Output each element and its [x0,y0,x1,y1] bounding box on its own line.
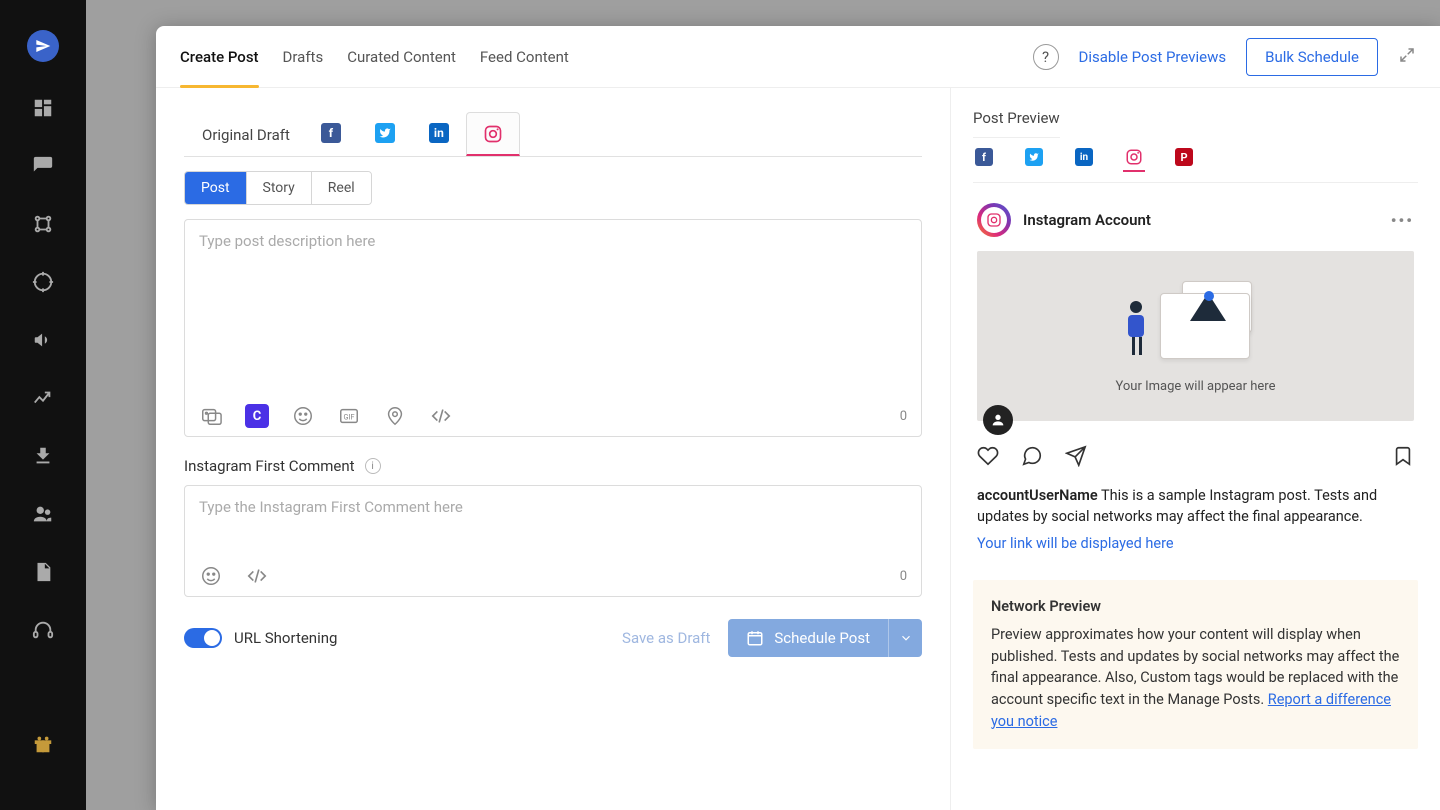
preview-panel: Post Preview f in P Instagram [950,88,1440,810]
media-placeholder-text: Your Image will appear here [1115,379,1275,394]
image-placeholder-illustration [1126,279,1266,369]
code-icon[interactable] [429,404,453,428]
expand-icon[interactable] [1398,46,1416,68]
first-comment-input[interactable] [199,498,907,552]
caption-link[interactable]: Your link will be displayed here [977,533,1414,554]
app-sidebar [0,0,86,810]
preview-caption: accountUserName This is a sample Instagr… [977,485,1414,554]
connect-icon[interactable] [31,212,55,236]
instagram-avatar [977,203,1011,237]
network-tab-linkedin[interactable]: in [412,112,466,156]
team-icon[interactable] [31,502,55,526]
preview-net-linkedin[interactable]: in [1073,150,1095,172]
caption-username: accountUserName [977,487,1098,504]
preview-media-placeholder: Your Image will appear here [977,251,1414,421]
target-icon[interactable] [31,270,55,294]
megaphone-icon[interactable] [31,328,55,352]
post-textarea-box: C GIF 0 [184,219,922,437]
tab-drafts[interactable]: Drafts [283,26,324,87]
tab-curated-content[interactable]: Curated Content [347,26,456,87]
url-shortening-toggle[interactable] [184,628,222,648]
preview-net-pinterest[interactable]: P [1173,150,1195,172]
comment-char-count: 0 [900,569,907,584]
instagram-account-name: Instagram Account [1023,211,1151,229]
download-icon[interactable] [31,444,55,468]
disable-previews-link[interactable]: Disable Post Previews [1079,48,1227,66]
media-attach-icon[interactable] [199,404,223,428]
comment-icon[interactable] [1021,445,1043,471]
network-tab-twitter[interactable] [358,112,412,156]
first-comment-label: Instagram First Comment [184,457,355,475]
post-type-segment: Post Story Reel [184,171,372,205]
bulk-schedule-button[interactable]: Bulk Schedule [1246,38,1378,76]
post-preview-title: Post Preview [973,109,1060,138]
tab-feed-content[interactable]: Feed Content [480,26,569,87]
original-draft-label: Original Draft [184,114,304,156]
emoji-icon[interactable] [291,404,315,428]
network-tab-instagram[interactable] [466,112,520,156]
analytics-icon[interactable] [31,386,55,410]
tab-create-post[interactable]: Create Post [180,26,259,87]
create-post-modal: Create Post Drafts Curated Content Feed … [156,26,1440,810]
preview-net-facebook[interactable]: f [973,150,995,172]
reports-icon[interactable] [31,560,55,584]
preview-net-instagram[interactable] [1123,150,1145,172]
network-preview-notice: Network Preview Preview approximates how… [973,580,1418,749]
location-icon[interactable] [383,404,407,428]
gif-icon[interactable]: GIF [337,404,361,428]
gift-icon[interactable] [31,732,55,756]
post-char-count: 0 [900,409,907,424]
network-tab-facebook[interactable]: f [304,112,358,156]
app-logo [27,30,59,62]
help-icon[interactable]: ? [1033,44,1059,70]
comment-code-icon[interactable] [245,564,269,588]
user-badge-icon [983,405,1013,435]
notice-title: Network Preview [991,596,1400,618]
calendar-icon [746,629,764,647]
segment-reel[interactable]: Reel [311,172,371,204]
bookmark-icon[interactable] [1392,445,1414,471]
svg-text:GIF: GIF [344,413,355,422]
modal-header: Create Post Drafts Curated Content Feed … [156,26,1440,88]
segment-story[interactable]: Story [246,172,311,204]
more-options-icon[interactable]: ••• [1391,211,1414,230]
save-as-draft-link[interactable]: Save as Draft [622,629,710,647]
schedule-post-label: Schedule Post [774,629,870,647]
info-icon[interactable]: i [365,458,381,474]
url-shortening-label: URL Shortening [234,629,337,647]
support-icon[interactable] [31,618,55,642]
composer-panel: Original Draft f in Post Story Reel [156,88,950,810]
segment-post[interactable]: Post [185,172,246,204]
schedule-dropdown-caret[interactable] [888,619,922,657]
messages-icon[interactable] [31,154,55,178]
canva-icon[interactable]: C [245,404,269,428]
schedule-post-button[interactable]: Schedule Post [728,619,922,657]
chevron-down-icon [899,631,913,645]
preview-net-twitter[interactable] [1023,150,1045,172]
comment-emoji-icon[interactable] [199,564,223,588]
post-description-input[interactable] [199,232,907,392]
share-icon[interactable] [1065,445,1087,471]
dashboard-icon[interactable] [31,96,55,120]
like-icon[interactable] [977,445,999,471]
first-comment-box: 0 [184,485,922,597]
